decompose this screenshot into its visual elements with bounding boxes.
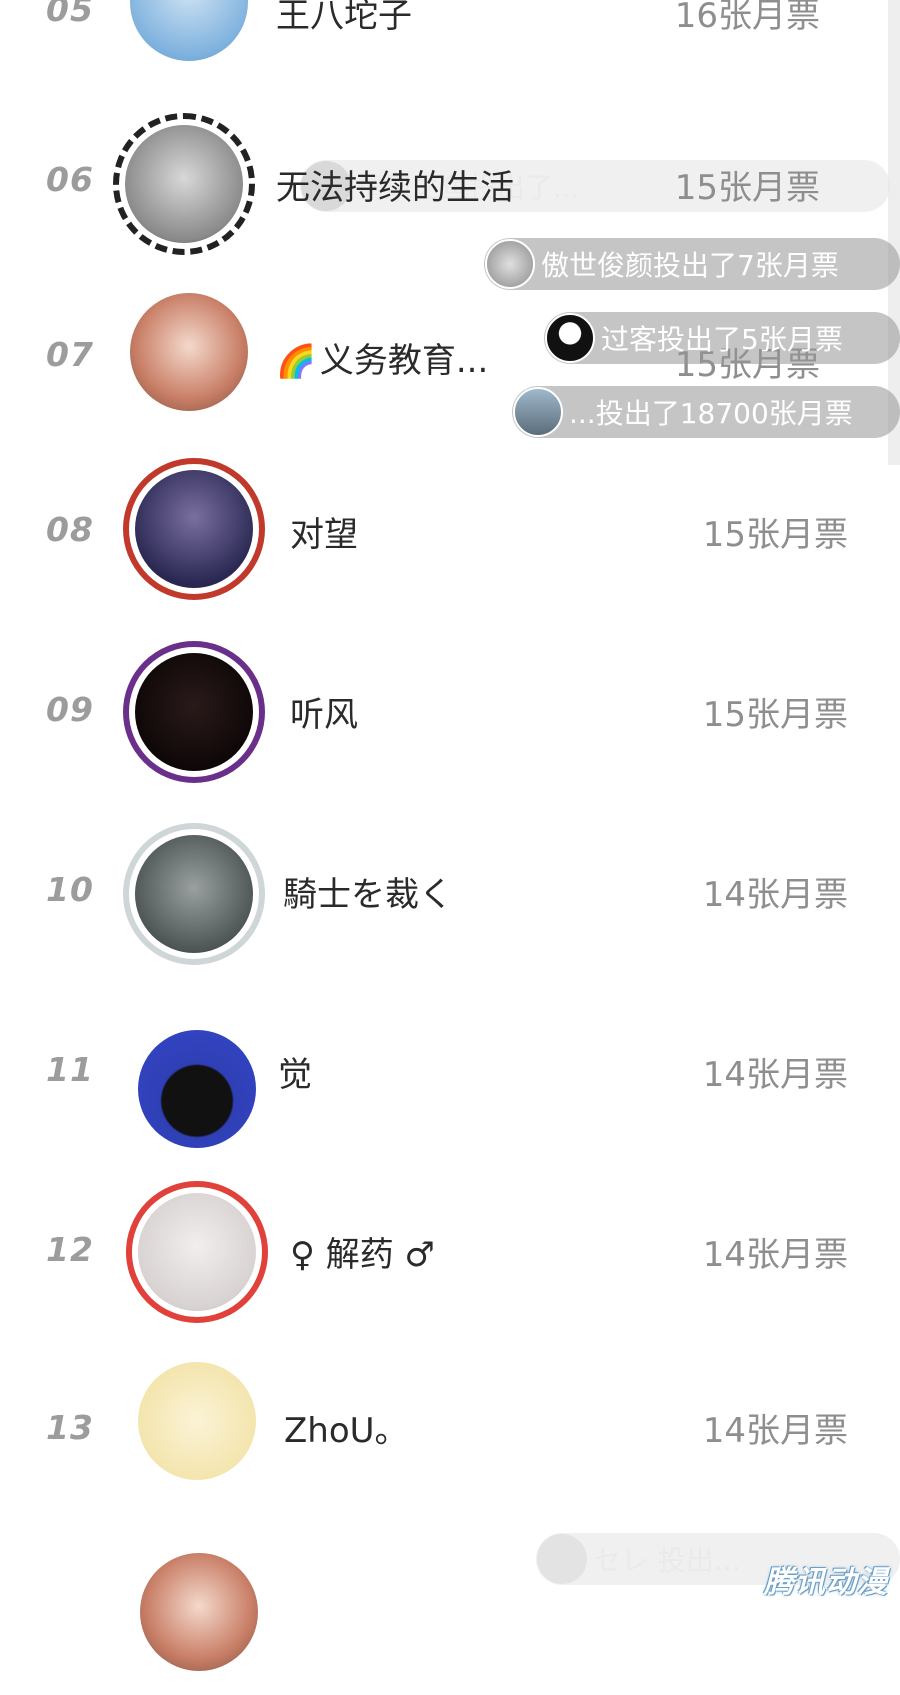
- toast-text: 过客投出了5张月票: [601, 323, 843, 356]
- vote-count: 16张月票: [674, 0, 820, 36]
- vote-count: 14张月票: [702, 875, 848, 915]
- user-name[interactable]: 无法持续的生活: [276, 160, 514, 209]
- toast-avatar-icon: [537, 1534, 587, 1584]
- rank-number: 05: [46, 0, 94, 29]
- rank-number: 12: [46, 1230, 94, 1269]
- watermark-logo: 腾讯动漫: [764, 1565, 888, 1600]
- rank-number: 07: [46, 335, 94, 374]
- vote-toast: 过客投出了5张月票: [544, 312, 900, 364]
- rank-number: 06: [46, 160, 94, 199]
- avatar[interactable]: [130, 293, 248, 411]
- list-item[interactable]: 12 ♀ 解药 ♂ 14张月票: [0, 1181, 900, 1335]
- vote-count: 15张月票: [702, 695, 848, 735]
- rank-number: 09: [46, 690, 94, 729]
- user-name[interactable]: 听风: [290, 687, 358, 736]
- vote-count: 15张月票: [702, 515, 848, 555]
- vote-toast: 傲世俊颜投出了7张月票: [484, 238, 900, 290]
- user-name[interactable]: 王八坨子: [276, 0, 412, 37]
- user-name[interactable]: 🌈 义务教育...: [276, 333, 488, 382]
- avatar[interactable]: [123, 823, 265, 965]
- user-name[interactable]: ♀ 解药 ♂: [290, 1227, 435, 1276]
- user-name[interactable]: 騎士を裁く: [283, 867, 453, 916]
- avatar[interactable]: [140, 1553, 258, 1671]
- vote-count: 15张月票: [674, 168, 820, 208]
- avatar[interactable]: [126, 1181, 268, 1323]
- rank-number: 11: [46, 1050, 94, 1089]
- list-item[interactable]: 05 王八坨子 16张月票: [0, 0, 900, 90]
- user-name[interactable]: ZhoU。: [284, 1403, 409, 1452]
- penguin-icon: [545, 313, 595, 363]
- toast-text: セレ 投出...: [593, 1544, 741, 1577]
- toast-avatar-icon: [513, 387, 563, 437]
- rank-number: 13: [46, 1408, 94, 1447]
- list-item[interactable]: 13 ZhoU。 14张月票: [0, 1362, 900, 1515]
- avatar[interactable]: [113, 113, 255, 255]
- list-item[interactable]: 10 騎士を裁く 14张月票: [0, 823, 900, 975]
- list-item[interactable]: 08 对望 15张月票: [0, 458, 900, 615]
- avatar[interactable]: [138, 1030, 256, 1148]
- user-name[interactable]: 对望: [290, 507, 358, 556]
- avatar[interactable]: [138, 1362, 256, 1480]
- list-item[interactable]: 09 听风 15张月票: [0, 641, 900, 795]
- rank-number: 10: [46, 870, 94, 909]
- vote-count: 14张月票: [702, 1055, 848, 1095]
- vote-count: 14张月票: [702, 1411, 848, 1451]
- avatar[interactable]: [123, 458, 265, 600]
- user-name[interactable]: 觉: [278, 1047, 312, 1096]
- toast-avatar-icon: [485, 239, 535, 289]
- list-item[interactable]: 11 觉 14张月票: [0, 1005, 900, 1155]
- rainbow-icon: 🌈: [276, 342, 316, 380]
- toast-text: ...投出了18700张月票: [569, 397, 853, 430]
- avatar[interactable]: [123, 641, 265, 783]
- vote-toast: ...投出了18700张月票: [512, 386, 900, 438]
- vote-count: 14张月票: [702, 1235, 848, 1275]
- toast-text: 傲世俊颜投出了7张月票: [541, 249, 839, 282]
- rank-number: 08: [46, 510, 94, 549]
- avatar[interactable]: [130, 0, 248, 61]
